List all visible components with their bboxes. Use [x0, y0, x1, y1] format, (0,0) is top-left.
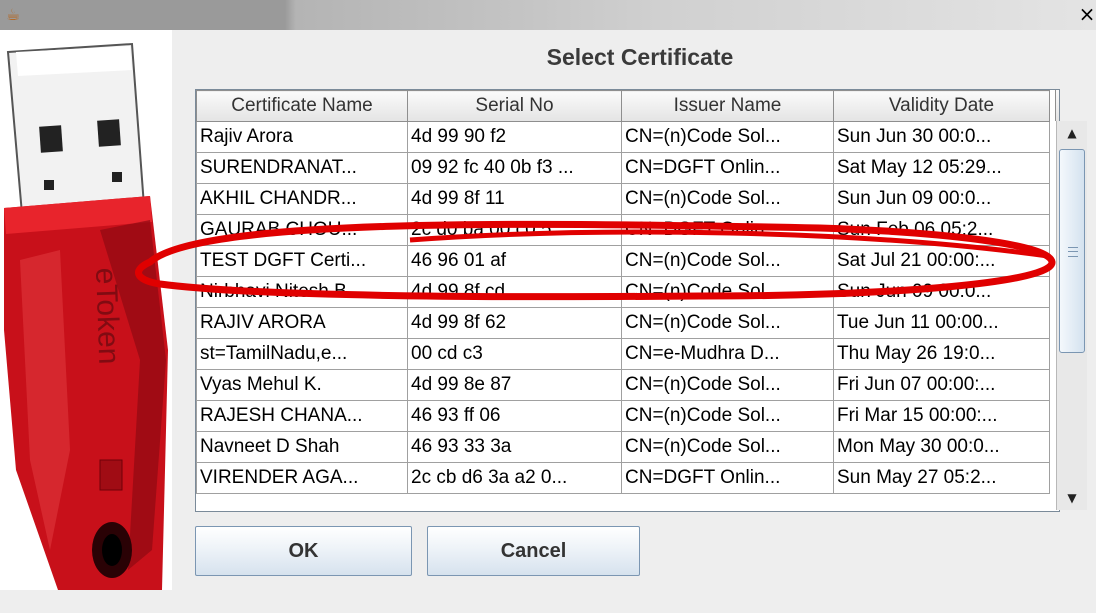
table-cell: Fri Mar 15 00:00:... — [833, 400, 1050, 432]
table-cell: Sun May 27 05:2... — [833, 462, 1050, 494]
table-row[interactable]: SURENDRANAT... 09 92 fc 40 0b f3 ... CN=DG… — [196, 152, 1050, 184]
table-row[interactable]: GAURAB CHOU... 2c d0 ba 00 c0 5... CN=DGFT… — [196, 214, 1050, 246]
table-cell: CN=DGFT Onlin... — [621, 214, 834, 246]
table-cell: 4d 99 8f cd — [407, 276, 622, 308]
table-header-corner — [1055, 90, 1059, 121]
table-cell: Sun Jun 30 00:0... — [833, 121, 1050, 153]
table-cell: Nirbhavi Nitesh B... — [196, 276, 408, 308]
table-cell: Tue Jun 11 00:00... — [833, 307, 1050, 339]
table-cell: 2c d0 ba 00 c0 5... — [407, 214, 622, 246]
table-cell: RAJIV ARORA — [196, 307, 408, 339]
token-brand-text: eToken — [89, 267, 125, 365]
table-scrollbar[interactable]: ▲ ▼ — [1056, 121, 1087, 510]
table-row[interactable]: RAJESH CHANA... 46 93 ff 06 CN=(n)Code Sol… — [196, 400, 1050, 432]
table-cell: Navneet D Shah — [196, 431, 408, 463]
table-cell: Sat May 12 05:29... — [833, 152, 1050, 184]
table-cell: RAJESH CHANA... — [196, 400, 408, 432]
table-cell: Vyas Mehul K. — [196, 369, 408, 401]
close-icon[interactable]: × — [1078, 2, 1096, 26]
table-cell: 4d 99 8f 62 — [407, 307, 622, 339]
table-cell: Sun Jun 09 00:0... — [833, 276, 1050, 308]
table-cell: CN=e-Mudhra D... — [621, 338, 834, 370]
table-cell: CN=DGFT Onlin... — [621, 462, 834, 494]
table-cell: 46 96 01 af — [407, 245, 622, 277]
table-cell: TEST DGFT Certi... — [196, 245, 408, 277]
table-cell: CN=(n)Code Sol... — [621, 183, 834, 215]
arrow-down-icon[interactable]: ▼ — [1057, 486, 1087, 510]
table-cell: Rajiv Arora — [196, 121, 408, 153]
table-cell: 4d 99 8f 11 — [407, 183, 622, 215]
column-header-1[interactable]: Certificate Name — [196, 90, 408, 122]
scrollbar-thumb[interactable] — [1059, 149, 1085, 353]
table-cell: Fri Jun 07 00:00:... — [833, 369, 1050, 401]
column-header-3[interactable]: Issuer Name — [621, 90, 834, 122]
etoken-usb-image: eToken — [0, 30, 172, 590]
table-cell: CN=(n)Code Sol... — [621, 276, 834, 308]
table-row[interactable]: Vyas Mehul K. 4d 99 8e 87 CN=(n)Code Sol..… — [196, 369, 1050, 401]
table-cell: CN=DGFT Onlin... — [621, 152, 834, 184]
scrollbar-grip-icon — [1068, 247, 1078, 257]
table-cell: Mon May 30 00:0... — [833, 431, 1050, 463]
table-cell: SURENDRANAT... — [196, 152, 408, 184]
table-cell: CN=(n)Code Sol... — [621, 369, 834, 401]
table-cell: VIRENDER AGA... — [196, 462, 408, 494]
table-cell: 09 92 fc 40 0b f3 ... — [407, 152, 622, 184]
table-row[interactable]: AKHIL CHANDR... 4d 99 8f 11 CN=(n)Code Sol… — [196, 183, 1050, 215]
table-cell: CN=(n)Code Sol... — [621, 245, 834, 277]
column-header-4[interactable]: Validity Date — [833, 90, 1050, 122]
table-cell: 4d 99 90 f2 — [407, 121, 622, 153]
table-cell: Sat Jul 21 00:00:... — [833, 245, 1050, 277]
table-row[interactable]: Nirbhavi Nitesh B... 4d 99 8f cd CN=(n)Cod… — [196, 276, 1050, 308]
table-row[interactable]: VIRENDER AGA... 2c cb d6 3a a2 0... CN=DGF… — [196, 462, 1050, 494]
table-cell: 4d 99 8e 87 — [407, 369, 622, 401]
table-cell: Sun Feb 06 05:2... — [833, 214, 1050, 246]
table-cell: GAURAB CHOU... — [196, 214, 408, 246]
table-cell: CN=(n)Code Sol... — [621, 307, 834, 339]
table-cell: CN=(n)Code Sol... — [621, 400, 834, 432]
table-row[interactable]: TEST DGFT Certi... 46 96 01 af CN=(n)Code … — [196, 245, 1050, 277]
table-cell: CN=(n)Code Sol... — [621, 431, 834, 463]
column-header-2[interactable]: Serial No — [407, 90, 622, 122]
ok-button[interactable]: OK — [195, 526, 412, 576]
java-icon: ☕ — [5, 5, 21, 24]
table-cell: 2c cb d6 3a a2 0... — [407, 462, 622, 494]
table-cell: 00 cd c3 — [407, 338, 622, 370]
table-row[interactable]: st=TamilNadu,e... 00 cd c3 CN=e-Mudhra D..… — [196, 338, 1050, 370]
table-cell: CN=(n)Code Sol... — [621, 121, 834, 153]
table-cell: st=TamilNadu,e... — [196, 338, 408, 370]
table-row[interactable]: RAJIV ARORA 4d 99 8f 62 CN=(n)Code Sol... T… — [196, 307, 1050, 339]
table-header-row: Certificate Name Serial No Issuer Name Vali… — [196, 90, 1050, 122]
cancel-button[interactable]: Cancel — [427, 526, 640, 576]
table-cell: Thu May 26 19:0... — [833, 338, 1050, 370]
table-row[interactable]: Rajiv Arora 4d 99 90 f2 CN=(n)Code Sol... S… — [196, 121, 1050, 153]
dialog-title: Select Certificate — [546, 44, 734, 70]
arrow-up-icon[interactable]: ▲ — [1057, 121, 1087, 145]
table-cell: 46 93 33 3a — [407, 431, 622, 463]
table-cell: AKHIL CHANDR... — [196, 183, 408, 215]
certificate-table: Certificate Name Serial No Issuer Name Vali… — [195, 89, 1060, 512]
table-row[interactable]: Navneet D Shah 46 93 33 3a CN=(n)Code Sol.… — [196, 431, 1050, 463]
window-title-bar: ☕ × — [0, 0, 1096, 30]
table-cell: Sun Jun 09 00:0... — [833, 183, 1050, 215]
table-cell: 46 93 ff 06 — [407, 400, 622, 432]
